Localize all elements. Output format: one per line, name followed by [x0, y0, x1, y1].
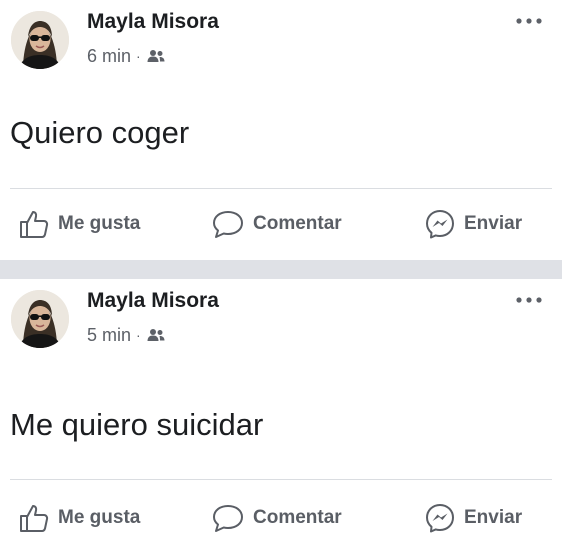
send-button[interactable]: Enviar	[424, 205, 522, 243]
divider	[10, 188, 552, 189]
comment-button[interactable]: Comentar	[211, 205, 342, 243]
feed-post: Mayla Misora 5 min · Me quiero suicidar	[0, 279, 562, 544]
post-text: Quiero coger	[10, 115, 190, 150]
send-button[interactable]: Enviar	[424, 499, 522, 537]
avatar[interactable]	[11, 11, 69, 69]
post-meta: 5 min ·	[87, 324, 165, 346]
avatar[interactable]	[11, 290, 69, 348]
meta-separator: ·	[136, 48, 141, 64]
post-time[interactable]: 5 min	[87, 325, 131, 346]
feed-post: Mayla Misora 6 min · Quiero coger Me gus…	[0, 0, 562, 260]
comment-bubble-icon	[211, 502, 253, 534]
friends-icon	[147, 328, 165, 342]
like-button[interactable]: Me gusta	[18, 499, 140, 537]
send-label: Enviar	[464, 213, 523, 234]
comment-bubble-icon	[211, 208, 253, 240]
like-label: Me gusta	[58, 213, 141, 234]
thumbs-up-icon	[18, 208, 58, 240]
post-actions: Me gusta Comentar Enviar	[0, 205, 562, 243]
like-label: Me gusta	[58, 507, 141, 528]
messenger-icon	[424, 502, 464, 534]
news-feed: Mayla Misora 6 min · Quiero coger Me gus…	[0, 0, 562, 544]
send-label: Enviar	[464, 507, 523, 528]
post-text: Me quiero suicidar	[10, 407, 264, 442]
like-button[interactable]: Me gusta	[18, 205, 140, 243]
more-options-icon[interactable]	[514, 14, 544, 28]
meta-separator: ·	[136, 327, 141, 343]
post-actions: Me gusta Comentar Enviar	[0, 499, 562, 537]
feed-separator	[0, 260, 562, 279]
thumbs-up-icon	[18, 502, 58, 534]
friends-icon	[147, 49, 165, 63]
author-name[interactable]: Mayla Misora	[87, 289, 219, 313]
post-meta: 6 min ·	[87, 45, 165, 67]
messenger-icon	[424, 208, 464, 240]
more-options-icon[interactable]	[514, 293, 544, 307]
divider	[10, 479, 552, 480]
comment-label: Comentar	[253, 507, 342, 528]
comment-button[interactable]: Comentar	[211, 499, 342, 537]
post-time[interactable]: 6 min	[87, 46, 131, 67]
comment-label: Comentar	[253, 213, 342, 234]
author-name[interactable]: Mayla Misora	[87, 10, 219, 34]
